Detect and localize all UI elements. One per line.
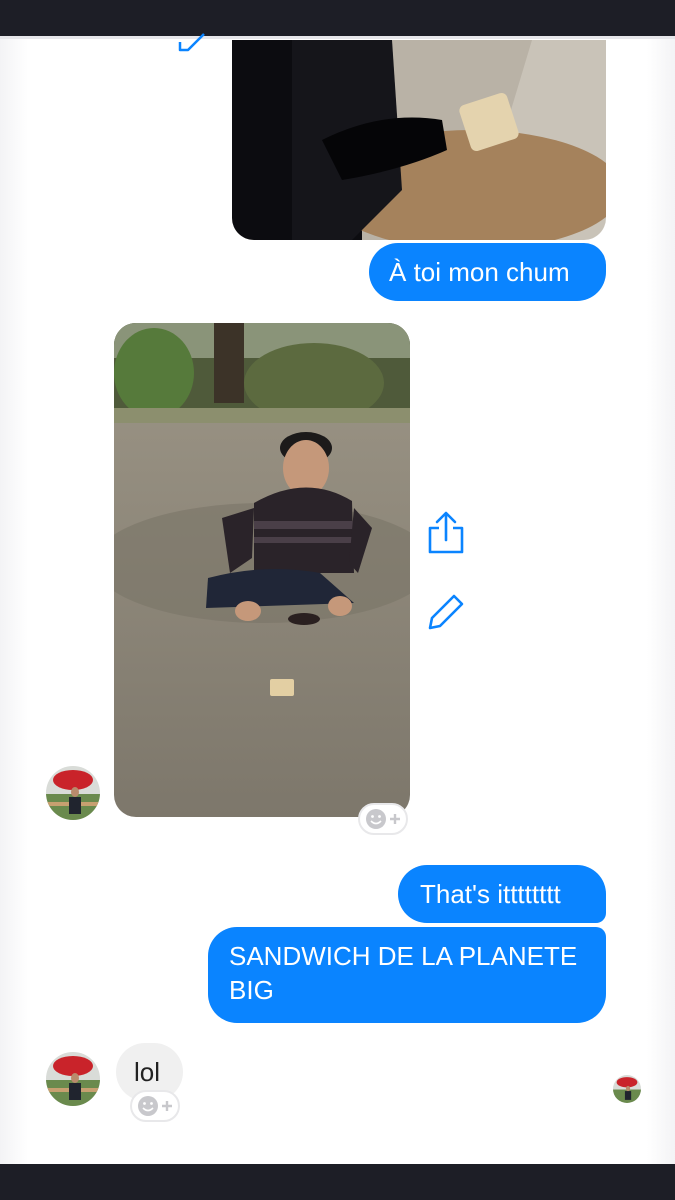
message-text: SANDWICH DE LA PLANETE BIG <box>229 941 578 1005</box>
add-reaction-icon <box>366 809 400 829</box>
header-divider <box>0 36 675 39</box>
share-icon[interactable] <box>426 510 466 556</box>
add-reaction-button[interactable] <box>130 1090 180 1122</box>
message-text: À toi mon chum <box>389 257 570 287</box>
message-text: lol <box>134 1057 161 1087</box>
top-status-bar <box>0 0 675 36</box>
message-outgoing[interactable]: SANDWICH DE LA PLANETE BIG <box>208 927 606 1023</box>
received-photo[interactable] <box>114 323 410 817</box>
edit-icon[interactable] <box>176 32 208 54</box>
bottom-bar <box>0 1164 675 1200</box>
message-outgoing[interactable]: À toi mon chum <box>369 243 606 301</box>
add-reaction-button[interactable] <box>358 803 408 835</box>
add-reaction-icon <box>138 1096 172 1116</box>
avatar[interactable] <box>46 766 100 820</box>
message-outgoing[interactable]: That's itttttttt <box>398 865 606 923</box>
left-edge <box>0 39 28 1164</box>
message-text: That's itttttttt <box>420 879 561 909</box>
avatar[interactable] <box>46 1052 100 1106</box>
sent-photo[interactable] <box>232 40 606 240</box>
read-receipt-avatar <box>613 1075 641 1103</box>
right-edge <box>647 39 675 1164</box>
edit-icon[interactable] <box>426 592 466 632</box>
